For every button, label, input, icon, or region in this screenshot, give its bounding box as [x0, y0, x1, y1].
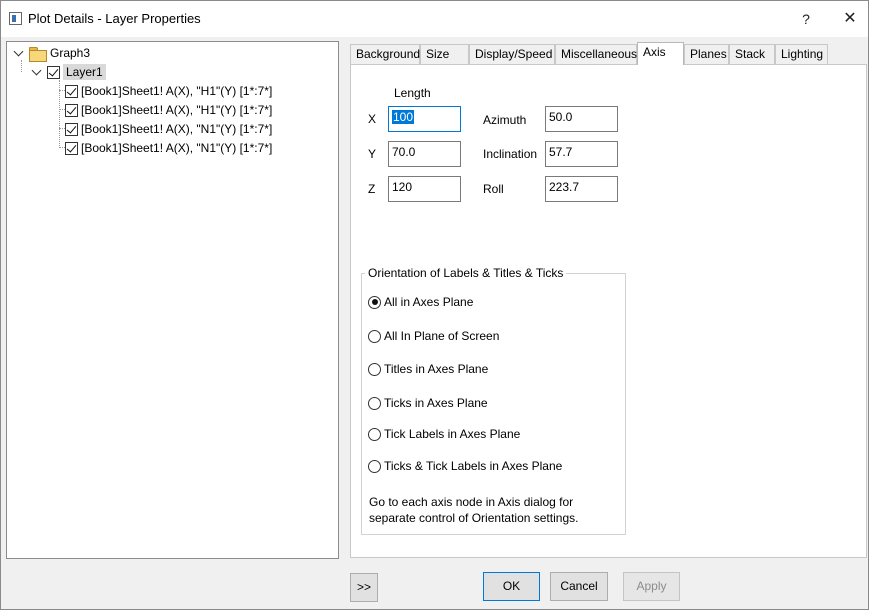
tree-node-plot-label: [Book1]Sheet1! A(X), "N1"(Y) [1*:7*]: [81, 122, 273, 136]
x-length-label: X: [368, 112, 377, 126]
apply-button[interactable]: Apply: [623, 572, 680, 601]
plot-checkbox[interactable]: [65, 122, 78, 136]
x-length-value: 100: [392, 110, 415, 124]
tab-size[interactable]: Size: [420, 44, 469, 65]
radio-button[interactable]: [368, 295, 381, 309]
tree-node-plot-label: [Book1]Sheet1! A(X), "N1"(Y) [1*:7*]: [81, 141, 273, 155]
close-button[interactable]: ✕: [832, 5, 868, 33]
radio-all-in-plane-of-screen[interactable]: All In Plane of Screen: [368, 329, 499, 343]
title-bar: Plot Details - Layer Properties ? ✕: [1, 1, 868, 37]
radio-label: All in Axes Plane: [384, 295, 474, 309]
chevron-down-icon[interactable]: [31, 66, 43, 78]
radio-label: Tick Labels in Axes Plane: [384, 427, 521, 441]
azimuth-label: Azimuth: [483, 113, 527, 127]
plot-checkbox[interactable]: [65, 84, 78, 98]
tab-background[interactable]: Background: [350, 44, 420, 65]
orientation-group-title: Orientation of Labels & Titles & Ticks: [365, 266, 567, 280]
roll-label: Roll: [483, 182, 504, 196]
inclination-input[interactable]: 57.7: [545, 141, 618, 167]
tree-node-graph[interactable]: Graph3: [13, 44, 90, 62]
app-icon: [9, 12, 22, 25]
x-length-input[interactable]: 100: [388, 106, 461, 132]
dialog-window: Plot Details - Layer Properties ? ✕ Grap…: [0, 0, 869, 610]
y-length-label: Y: [368, 147, 377, 161]
radio-button[interactable]: [368, 459, 381, 473]
tree-node-graph-label: Graph3: [50, 46, 91, 60]
expand-button[interactable]: >>: [350, 573, 378, 602]
radio-ticks-in-axes-plane[interactable]: Ticks in Axes Plane: [368, 396, 488, 410]
tab-lighting[interactable]: Lighting: [775, 44, 828, 65]
tree-node-plot[interactable]: [Book1]Sheet1! A(X), "N1"(Y) [1*:7*]: [65, 139, 272, 157]
help-button[interactable]: ?: [788, 5, 824, 33]
radio-label: Ticks in Axes Plane: [384, 396, 488, 410]
folder-open-icon: [29, 46, 47, 62]
length-header: Length: [394, 86, 431, 100]
tab-stack[interactable]: Stack: [729, 44, 775, 65]
tree-node-plot-label: [Book1]Sheet1! A(X), "H1"(Y) [1*:7*]: [81, 84, 273, 98]
radio-ticks-and-tick-labels-in-axes-plane[interactable]: Ticks & Tick Labels in Axes Plane: [368, 459, 562, 473]
plot-checkbox[interactable]: [65, 103, 78, 117]
window-title: Plot Details - Layer Properties: [28, 11, 201, 26]
radio-label: Ticks & Tick Labels in Axes Plane: [384, 459, 563, 473]
y-length-input[interactable]: 70.0: [388, 141, 461, 167]
tree-node-layer[interactable]: Layer1: [31, 63, 106, 81]
radio-titles-in-axes-plane[interactable]: Titles in Axes Plane: [368, 362, 488, 376]
radio-tick-labels-in-axes-plane[interactable]: Tick Labels in Axes Plane: [368, 427, 520, 441]
cancel-button[interactable]: Cancel: [550, 572, 608, 601]
tree-node-plot[interactable]: [Book1]Sheet1! A(X), "H1"(Y) [1*:7*]: [65, 82, 272, 100]
object-tree[interactable]: Graph3 Layer1 [Book1]Sheet1! A(X), "H1"(…: [6, 41, 339, 559]
radio-button[interactable]: [368, 427, 381, 441]
tab-planes[interactable]: Planes: [684, 44, 729, 65]
roll-input[interactable]: 223.7: [545, 176, 618, 202]
azimuth-input[interactable]: 50.0: [545, 106, 618, 132]
plot-checkbox[interactable]: [65, 141, 78, 155]
layer-checkbox[interactable]: [47, 65, 60, 79]
z-length-input[interactable]: 120: [388, 176, 461, 202]
ok-button[interactable]: OK: [483, 572, 540, 601]
tree-node-plot[interactable]: [Book1]Sheet1! A(X), "N1"(Y) [1*:7*]: [65, 120, 272, 138]
tab-axis[interactable]: Axis: [637, 42, 684, 65]
radio-all-in-axes-plane[interactable]: All in Axes Plane: [368, 295, 473, 309]
radio-button[interactable]: [368, 362, 381, 376]
tab-miscellaneous[interactable]: Miscellaneous: [555, 44, 637, 65]
tree-node-plot-label: [Book1]Sheet1! A(X), "H1"(Y) [1*:7*]: [81, 103, 273, 117]
z-length-label: Z: [368, 182, 376, 196]
radio-label: Titles in Axes Plane: [384, 362, 489, 376]
chevron-down-icon[interactable]: [13, 47, 25, 59]
radio-label: All In Plane of Screen: [384, 329, 500, 343]
tab-display-speed[interactable]: Display/Speed: [469, 44, 555, 65]
inclination-label: Inclination: [483, 147, 538, 161]
radio-button[interactable]: [368, 329, 381, 343]
radio-button[interactable]: [368, 396, 381, 410]
tree-node-plot[interactable]: [Book1]Sheet1! A(X), "H1"(Y) [1*:7*]: [65, 101, 272, 119]
orientation-note: Go to each axis node in Axis dialog for …: [369, 495, 579, 525]
tree-node-layer-label: Layer1: [63, 64, 106, 80]
